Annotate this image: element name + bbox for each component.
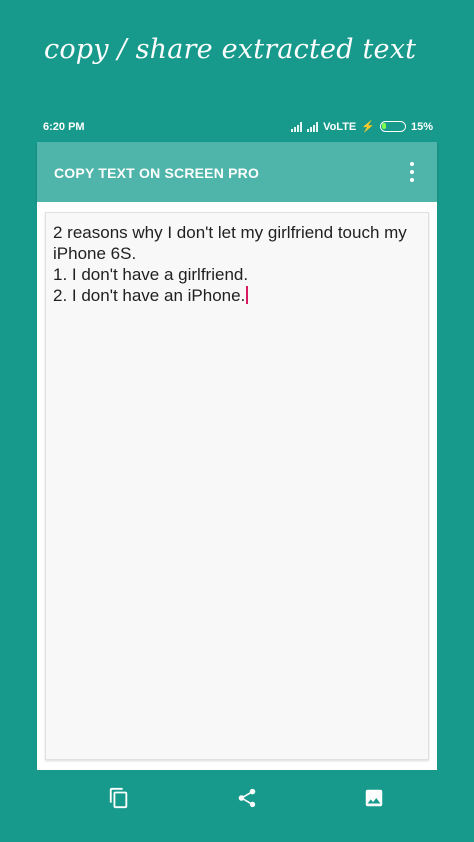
promo-title: copy / share extracted text (44, 34, 417, 65)
extracted-text-content: 2 reasons why I don't let my girlfriend … (53, 223, 407, 305)
image-icon (365, 789, 383, 807)
extracted-text[interactable]: 2 reasons why I don't let my girlfriend … (53, 222, 423, 306)
app-title: COPY TEXT ON SCREEN PRO (54, 165, 260, 181)
battery-percent: 15% (410, 120, 433, 133)
battery-icon (379, 121, 406, 132)
text-editor[interactable]: 2 reasons why I don't let my girlfriend … (45, 212, 429, 760)
text-cursor (246, 286, 249, 304)
share-button[interactable] (233, 784, 261, 812)
signal-icon (291, 121, 303, 132)
charging-icon: ⚡ (361, 121, 375, 133)
bottom-action-bar (37, 770, 437, 826)
phone-screen: 6:20 PM VoLTE ⚡ 15% COPY TEXT ON SCREEN … (37, 112, 437, 842)
network-label: VoLTE (323, 120, 357, 133)
copy-button[interactable] (105, 784, 133, 812)
status-indicators: VoLTE ⚡ 15% (291, 120, 433, 133)
copy-icon (109, 787, 128, 809)
app-bar: COPY TEXT ON SCREEN PRO (37, 142, 437, 202)
share-icon (238, 788, 256, 808)
signal-icon-2 (307, 121, 319, 132)
content-area: 2 reasons why I don't let my girlfriend … (37, 202, 437, 770)
image-button[interactable] (360, 784, 388, 812)
status-bar: 6:20 PM VoLTE ⚡ 15% (37, 112, 437, 142)
status-time: 6:20 PM (43, 121, 85, 133)
more-vert-icon[interactable] (409, 162, 415, 182)
